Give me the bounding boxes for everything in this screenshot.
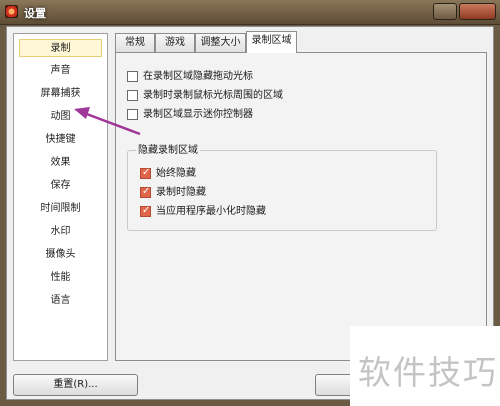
checkbox[interactable] — [127, 71, 138, 82]
sidebar-item-effects[interactable]: 效果 — [19, 154, 102, 172]
tab-container: 常规 游戏 调整大小 录制区域 在录制区域隐藏拖动光标 录制时录制鼠标光标周围的… — [115, 31, 487, 361]
sidebar-item-hotkeys[interactable]: 快捷键 — [19, 131, 102, 149]
check-icon[interactable] — [140, 204, 151, 218]
sidebar-item-gif[interactable]: 动图 — [19, 108, 102, 126]
option-label: 在录制区域隐藏拖动光标 — [143, 71, 253, 82]
sidebar-item-time-limit[interactable]: 时间限制 — [19, 200, 102, 218]
reset-button[interactable]: 重置(R)... — [13, 374, 138, 396]
tab-game[interactable]: 游戏 — [155, 33, 195, 52]
sidebar-item-webcam[interactable]: 摄像头 — [19, 246, 102, 264]
option-label: 当应用程序最小化时隐藏 — [156, 206, 266, 217]
sidebar-item-record[interactable]: 录制 — [19, 39, 102, 57]
sidebar-item-sound[interactable]: 声音 — [19, 62, 102, 80]
record-area-panel: 在录制区域隐藏拖动光标 录制时录制鼠标光标周围的区域 录制区域显示迷你控制器 隐… — [115, 52, 487, 361]
sidebar-item-language[interactable]: 语言 — [19, 292, 102, 310]
option-label: 录制区域显示迷你控制器 — [143, 109, 253, 120]
app-record-icon — [5, 5, 18, 18]
window-title: 设置 — [24, 7, 46, 20]
sidebar-item-watermark[interactable]: 水印 — [19, 223, 102, 241]
check-icon[interactable] — [140, 185, 151, 199]
sidebar-item-performance[interactable]: 性能 — [19, 269, 102, 287]
settings-sidebar: 录制 声音 屏幕捕获 动图 快捷键 效果 保存 时间限制 水印 摄像头 性能 语… — [13, 33, 108, 361]
checkbox[interactable] — [127, 90, 138, 101]
sidebar-item-save[interactable]: 保存 — [19, 177, 102, 195]
sidebar-item-screen-capture[interactable]: 屏幕捕获 — [19, 85, 102, 103]
settings-window: 设置 录制 声音 屏幕捕获 动图 快捷键 效果 保存 时间限制 水印 摄像头 性… — [0, 0, 500, 406]
title-bar[interactable]: 设置 — [0, 0, 500, 25]
tab-record-area[interactable]: 录制区域 — [246, 31, 297, 53]
option-label: 录制时隐藏 — [156, 187, 206, 198]
watermark: 软件技巧 — [350, 326, 500, 406]
tab-resize[interactable]: 调整大小 — [195, 33, 246, 52]
watermark-text: 软件技巧 — [358, 353, 498, 392]
hide-record-area-group: 隐藏录制区域 始终隐藏 录制时隐藏 当应用程序最小化时隐藏 — [127, 144, 437, 231]
option-label: 录制时录制鼠标光标周围的区域 — [143, 90, 283, 101]
option-label: 始终隐藏 — [156, 168, 196, 179]
check-icon[interactable] — [140, 166, 151, 180]
close-button[interactable] — [459, 3, 496, 20]
group-title: 隐藏录制区域 — [136, 144, 200, 157]
tab-general[interactable]: 常规 — [115, 33, 155, 52]
maximize-button[interactable] — [433, 3, 457, 20]
checkbox[interactable] — [127, 109, 138, 120]
